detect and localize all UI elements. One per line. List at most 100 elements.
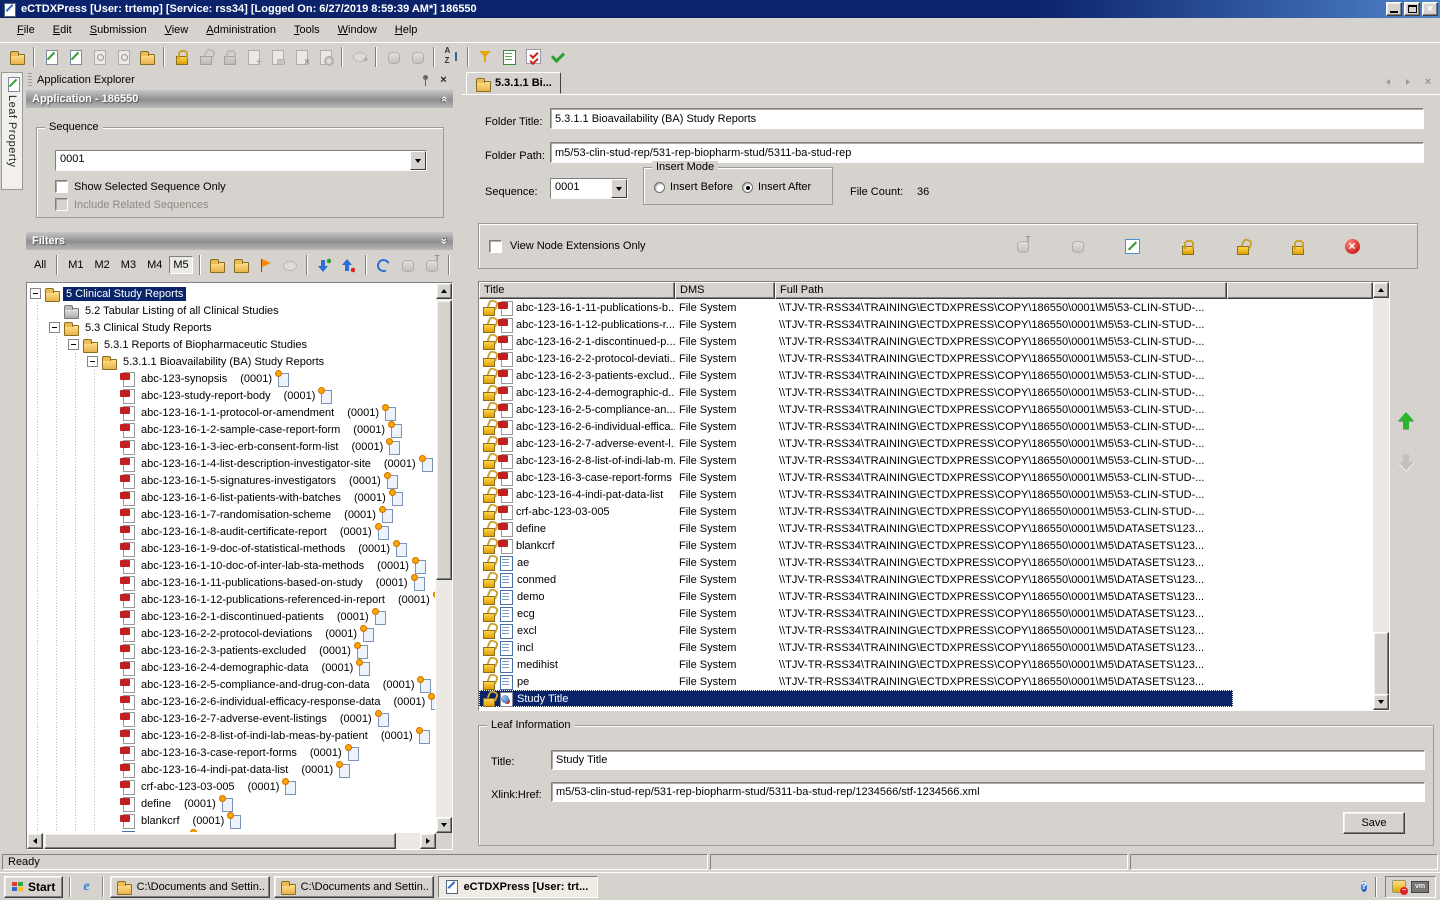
tree-item[interactable]: 5.2 Tabular Listing of all Clinical Stud…	[28, 302, 435, 319]
menu-edit[interactable]: Edit	[44, 21, 81, 39]
tree-item[interactable]: 5 Clinical Study Reports	[28, 285, 435, 302]
pin-icon[interactable]	[417, 73, 432, 87]
combo-dropdown-icon[interactable]	[410, 151, 426, 170]
delete-leaf-icon[interactable]	[1343, 237, 1361, 255]
filter-module-all[interactable]: All	[30, 256, 50, 274]
file-row[interactable]: crf-abc-123-03-005File System\\TJV-TR-RS…	[479, 503, 1373, 520]
file-row[interactable]: ecgFile System\\TJV-TR-RSS34\TRAINING\EC…	[479, 605, 1373, 622]
radio-selected-icon[interactable]	[742, 182, 753, 193]
tree-vertical-scrollbar[interactable]	[436, 283, 452, 833]
column-full-path[interactable]: Full Path	[775, 282, 1227, 299]
tree-horizontal-scrollbar[interactable]	[27, 833, 436, 849]
lock-icon[interactable]	[170, 46, 192, 68]
refresh-icon[interactable]	[373, 256, 394, 275]
file-row[interactable]: abc-123-16-1-11-publications-b...File Sy…	[479, 299, 1373, 316]
taskbar-item[interactable]: C:\Documents and Settin...	[110, 876, 270, 898]
report-icon[interactable]	[498, 46, 520, 68]
menu-view[interactable]: View	[156, 21, 198, 39]
file-row[interactable]: demoFile System\\TJV-TR-RSS34\TRAINING\E…	[479, 588, 1373, 605]
tree-expander-icon[interactable]	[68, 339, 79, 350]
new-submission-doc-icon[interactable]	[40, 46, 62, 68]
tree-item[interactable]: abc-123-16-1-7-randomisation-scheme(0001…	[28, 506, 435, 523]
insert-after-radio[interactable]: Insert After	[742, 181, 811, 193]
menu-tools[interactable]: Tools	[285, 21, 329, 39]
menu-administration[interactable]: Administration	[197, 21, 285, 39]
tree-item[interactable]: abc-123-16-1-4-list-description-investig…	[28, 455, 435, 472]
tree-item[interactable]: define(0001)	[28, 795, 435, 812]
tree-item[interactable]: abc-123-16-2-7-adverse-event-listings(00…	[28, 710, 435, 727]
flag-icon[interactable]	[255, 256, 276, 275]
filters-section-header[interactable]: Filters «	[26, 232, 453, 250]
tree-item[interactable]: abc-123-16-3-case-report-forms(0001)	[28, 744, 435, 761]
help-icon[interactable]: ?	[1361, 881, 1367, 892]
panel-splitter[interactable]	[455, 70, 462, 852]
tab-close-icon[interactable]: ×	[1422, 76, 1434, 88]
radio-icon[interactable]	[654, 182, 665, 193]
tree-item[interactable]: abc-123-16-2-6-individual-efficacy-respo…	[28, 693, 435, 710]
close-panel-icon[interactable]: ×	[436, 73, 451, 87]
tree-item[interactable]: (0001)	[28, 829, 435, 832]
tree-item[interactable]: abc-123-16-1-12-publications-referenced-…	[28, 591, 435, 608]
column-dms[interactable]: DMS	[675, 282, 775, 299]
minimize-button[interactable]	[1386, 2, 1402, 16]
filter-module-m1[interactable]: M1	[64, 256, 87, 274]
file-row[interactable]: abc-123-16-2-6-individual-effica...File …	[479, 418, 1373, 435]
tree-item[interactable]: abc-123-16-1-2-sample-case-report-form(0…	[28, 421, 435, 438]
file-row[interactable]: abc-123-16-2-4-demographic-d...File Syst…	[479, 384, 1373, 401]
collapse-section-icon[interactable]: «	[438, 96, 450, 102]
validation-icon[interactable]	[522, 46, 544, 68]
sort-az-icon[interactable]	[440, 46, 462, 68]
tree-expander-icon[interactable]	[87, 356, 98, 367]
file-row[interactable]: medihistFile System\\TJV-TR-RSS34\TRAINI…	[479, 656, 1373, 673]
file-row[interactable]: abc-123-16-4-indi-pat-data-listFile Syst…	[479, 486, 1373, 503]
file-row[interactable]: abc-123-16-2-8-list-of-indi-lab-m...File…	[479, 452, 1373, 469]
tree-item[interactable]: abc-123-16-1-10-doc-of-inter-lab-sta-met…	[28, 557, 435, 574]
file-row[interactable]: defineFile System\\TJV-TR-RSS34\TRAINING…	[479, 520, 1373, 537]
tree-expander-icon[interactable]	[30, 288, 41, 299]
tree-item[interactable]: abc-123-16-2-3-patients-excluded(0001)	[28, 642, 435, 659]
export-folder-icon[interactable]	[136, 46, 158, 68]
tree-item[interactable]: crf-abc-123-03-005(0001)	[28, 778, 435, 795]
edit-leaf-icon[interactable]	[1123, 237, 1141, 255]
tree-item[interactable]: abc-123-16-1-1-protocol-or-amendment(000…	[28, 404, 435, 421]
file-row[interactable]: abc-123-16-2-7-adverse-event-l...File Sy…	[479, 435, 1373, 452]
tree-item[interactable]: 5.3.1.1 Bioavailability (BA) Study Repor…	[28, 353, 435, 370]
close-button[interactable]: ×	[1422, 2, 1438, 16]
tab-scroll-right-icon[interactable]	[1402, 76, 1414, 88]
edit-submission-doc-icon[interactable]	[64, 46, 86, 68]
filter-module-m4[interactable]: M4	[143, 256, 166, 274]
menu-file[interactable]: File	[8, 21, 44, 39]
application-section-header[interactable]: Application - 186550 «	[26, 90, 453, 108]
drag-grip[interactable]	[28, 73, 32, 87]
filter-icon[interactable]	[474, 46, 496, 68]
expand-section-icon[interactable]: «	[438, 238, 450, 244]
copy-folders-icon[interactable]	[207, 256, 228, 275]
tree-item[interactable]: abc-123-16-1-8-audit-certificate-report(…	[28, 523, 435, 540]
save-button[interactable]: Save	[1343, 812, 1405, 834]
content-sequence-select[interactable]: 0001	[550, 178, 628, 199]
tab-5311-bioavailability[interactable]: 5.3.1.1 Bi...	[466, 72, 561, 94]
taskbar-item[interactable]: eCTDXPress [User: trt...	[438, 876, 598, 898]
combo-dropdown-icon[interactable]	[611, 179, 627, 198]
scroll-up-icon[interactable]	[1373, 282, 1389, 298]
leaf-title-field[interactable]	[551, 750, 1425, 770]
leaf-property-tab[interactable]: Leaf Property	[1, 72, 23, 190]
collapse-all-icon[interactable]	[338, 256, 359, 275]
filter-module-m2[interactable]: M2	[91, 256, 114, 274]
file-list-scroll-thumb[interactable]	[1373, 632, 1389, 696]
file-row[interactable]: peFile System\\TJV-TR-RSS34\TRAINING\ECT…	[479, 673, 1373, 690]
lock-leaf-icon[interactable]	[1178, 237, 1196, 255]
tree-item[interactable]: 5.3 Clinical Study Reports	[28, 319, 435, 336]
maximize-button[interactable]	[1404, 2, 1420, 16]
tree-item[interactable]: abc-123-synopsis(0001)	[28, 370, 435, 387]
scroll-down-icon[interactable]	[1373, 694, 1389, 710]
file-row[interactable]: inclFile System\\TJV-TR-RSS34\TRAINING\E…	[479, 639, 1373, 656]
file-list-scrollbar[interactable]	[1373, 282, 1389, 710]
folder-title-field[interactable]	[550, 108, 1424, 129]
menu-submission[interactable]: Submission	[81, 21, 156, 39]
tree-item[interactable]: abc-123-16-4-indi-pat-data-list(0001)	[28, 761, 435, 778]
file-row[interactable]: abc-123-16-2-2-protocol-deviati...File S…	[479, 350, 1373, 367]
tree-item[interactable]: abc-123-16-1-9-doc-of-statistical-method…	[28, 540, 435, 557]
start-button[interactable]: Start	[4, 876, 63, 898]
file-row[interactable]: blankcrfFile System\\TJV-TR-RSS34\TRAINI…	[479, 537, 1373, 554]
